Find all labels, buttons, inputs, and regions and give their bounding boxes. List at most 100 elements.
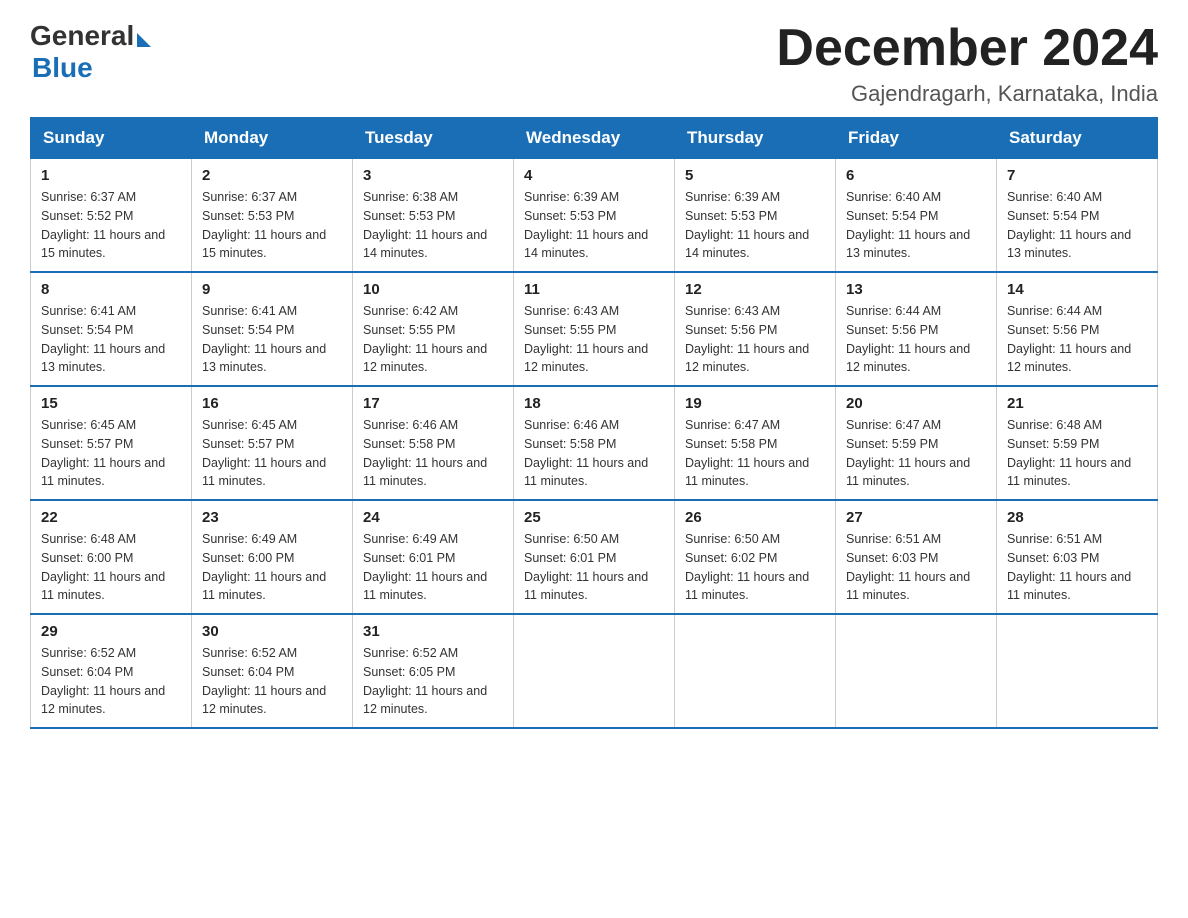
day-info: Sunrise: 6:48 AMSunset: 5:59 PMDaylight:… [1007,416,1147,491]
day-number: 16 [202,395,342,412]
calendar-day-cell: 11 Sunrise: 6:43 AMSunset: 5:55 PMDayligh… [514,272,675,386]
calendar-day-cell: 31 Sunrise: 6:52 AMSunset: 6:05 PMDayligh… [353,614,514,728]
day-info: Sunrise: 6:44 AMSunset: 5:56 PMDaylight:… [846,302,986,377]
day-info: Sunrise: 6:48 AMSunset: 6:00 PMDaylight:… [41,530,181,605]
day-number: 23 [202,509,342,526]
page-header: General Blue December 2024 Gajendragarh,… [30,20,1158,107]
column-header-tuesday: Tuesday [353,118,514,159]
calendar-day-cell: 24 Sunrise: 6:49 AMSunset: 6:01 PMDayligh… [353,500,514,614]
day-info: Sunrise: 6:37 AMSunset: 5:53 PMDaylight:… [202,188,342,263]
day-info: Sunrise: 6:46 AMSunset: 5:58 PMDaylight:… [363,416,503,491]
day-info: Sunrise: 6:52 AMSunset: 6:05 PMDaylight:… [363,644,503,719]
day-info: Sunrise: 6:43 AMSunset: 5:55 PMDaylight:… [524,302,664,377]
calendar-week-row: 15Sunrise: 6:45 AMSunset: 5:57 PMDayligh… [31,386,1158,500]
calendar-week-row: 8Sunrise: 6:41 AMSunset: 5:54 PMDaylight… [31,272,1158,386]
column-header-sunday: Sunday [31,118,192,159]
calendar-day-cell: 12 Sunrise: 6:43 AMSunset: 5:56 PMDayligh… [675,272,836,386]
column-header-monday: Monday [192,118,353,159]
calendar-day-cell: 30 Sunrise: 6:52 AMSunset: 6:04 PMDayligh… [192,614,353,728]
day-number: 25 [524,509,664,526]
calendar-day-cell: 20 Sunrise: 6:47 AMSunset: 5:59 PMDayligh… [836,386,997,500]
location-subtitle: Gajendragarh, Karnataka, India [776,81,1158,107]
calendar-week-row: 29 Sunrise: 6:52 AMSunset: 6:04 PMDayligh… [31,614,1158,728]
calendar-day-cell: 28 Sunrise: 6:51 AMSunset: 6:03 PMDayligh… [997,500,1158,614]
day-info: Sunrise: 6:49 AMSunset: 6:01 PMDaylight:… [363,530,503,605]
calendar-day-cell: 23 Sunrise: 6:49 AMSunset: 6:00 PMDayligh… [192,500,353,614]
day-number: 12 [685,281,825,298]
calendar-table: SundayMondayTuesdayWednesdayThursdayFrid… [30,117,1158,729]
logo: General Blue [30,20,151,84]
day-number: 7 [1007,167,1147,184]
column-header-wednesday: Wednesday [514,118,675,159]
calendar-day-cell: 29Sunrise: 6:52 AMSunset: 6:04 PMDayligh… [31,614,192,728]
day-info: Sunrise: 6:41 AMSunset: 5:54 PMDaylight:… [202,302,342,377]
calendar-day-cell: 8Sunrise: 6:41 AMSunset: 5:54 PMDaylight… [31,272,192,386]
calendar-day-cell: 14Sunrise: 6:44 AMSunset: 5:56 PMDayligh… [997,272,1158,386]
day-number: 26 [685,509,825,526]
calendar-day-cell: 1Sunrise: 6:37 AMSunset: 5:52 PMDaylight… [31,159,192,273]
calendar-day-cell: 17 Sunrise: 6:46 AMSunset: 5:58 PMDayligh… [353,386,514,500]
calendar-day-cell [836,614,997,728]
day-info: Sunrise: 6:43 AMSunset: 5:56 PMDaylight:… [685,302,825,377]
calendar-day-cell: 3 Sunrise: 6:38 AMSunset: 5:53 PMDaylight… [353,159,514,273]
day-number: 27 [846,509,986,526]
calendar-day-cell: 18Sunrise: 6:46 AMSunset: 5:58 PMDayligh… [514,386,675,500]
day-number: 24 [363,509,503,526]
calendar-day-cell: 6Sunrise: 6:40 AMSunset: 5:54 PMDaylight… [836,159,997,273]
calendar-day-cell: 10Sunrise: 6:42 AMSunset: 5:55 PMDayligh… [353,272,514,386]
logo-blue-text: Blue [32,52,93,84]
day-info: Sunrise: 6:38 AMSunset: 5:53 PMDaylight:… [363,188,503,263]
calendar-day-cell: 7 Sunrise: 6:40 AMSunset: 5:54 PMDaylight… [997,159,1158,273]
column-header-friday: Friday [836,118,997,159]
calendar-day-cell [675,614,836,728]
month-year-title: December 2024 [776,20,1158,77]
day-number: 20 [846,395,986,412]
calendar-day-cell: 26 Sunrise: 6:50 AMSunset: 6:02 PMDayligh… [675,500,836,614]
calendar-day-cell: 22 Sunrise: 6:48 AMSunset: 6:00 PMDayligh… [31,500,192,614]
day-info: Sunrise: 6:52 AMSunset: 6:04 PMDaylight:… [202,644,342,719]
calendar-day-cell: 9 Sunrise: 6:41 AMSunset: 5:54 PMDaylight… [192,272,353,386]
calendar-day-cell: 4Sunrise: 6:39 AMSunset: 5:53 PMDaylight… [514,159,675,273]
day-info: Sunrise: 6:40 AMSunset: 5:54 PMDaylight:… [1007,188,1147,263]
logo-arrow-icon [137,33,151,47]
day-number: 10 [363,281,503,298]
calendar-week-row: 22 Sunrise: 6:48 AMSunset: 6:00 PMDayligh… [31,500,1158,614]
day-number: 29 [41,623,181,640]
day-info: Sunrise: 6:51 AMSunset: 6:03 PMDaylight:… [1007,530,1147,605]
calendar-day-cell: 16 Sunrise: 6:45 AMSunset: 5:57 PMDayligh… [192,386,353,500]
day-number: 9 [202,281,342,298]
day-number: 17 [363,395,503,412]
column-header-saturday: Saturday [997,118,1158,159]
day-info: Sunrise: 6:39 AMSunset: 5:53 PMDaylight:… [685,188,825,263]
day-info: Sunrise: 6:50 AMSunset: 6:01 PMDaylight:… [524,530,664,605]
day-info: Sunrise: 6:40 AMSunset: 5:54 PMDaylight:… [846,188,986,263]
title-area: December 2024 Gajendragarh, Karnataka, I… [776,20,1158,107]
day-info: Sunrise: 6:39 AMSunset: 5:53 PMDaylight:… [524,188,664,263]
calendar-day-cell: 27 Sunrise: 6:51 AMSunset: 6:03 PMDayligh… [836,500,997,614]
day-number: 30 [202,623,342,640]
day-number: 22 [41,509,181,526]
calendar-day-cell [997,614,1158,728]
day-info: Sunrise: 6:41 AMSunset: 5:54 PMDaylight:… [41,302,181,377]
day-number: 19 [685,395,825,412]
calendar-day-cell: 2Sunrise: 6:37 AMSunset: 5:53 PMDaylight… [192,159,353,273]
day-number: 3 [363,167,503,184]
calendar-day-cell: 19Sunrise: 6:47 AMSunset: 5:58 PMDayligh… [675,386,836,500]
day-info: Sunrise: 6:45 AMSunset: 5:57 PMDaylight:… [202,416,342,491]
day-number: 11 [524,281,664,298]
calendar-header-row: SundayMondayTuesdayWednesdayThursdayFrid… [31,118,1158,159]
day-info: Sunrise: 6:49 AMSunset: 6:00 PMDaylight:… [202,530,342,605]
day-number: 31 [363,623,503,640]
calendar-day-cell: 25 Sunrise: 6:50 AMSunset: 6:01 PMDayligh… [514,500,675,614]
column-header-thursday: Thursday [675,118,836,159]
day-info: Sunrise: 6:51 AMSunset: 6:03 PMDaylight:… [846,530,986,605]
day-info: Sunrise: 6:50 AMSunset: 6:02 PMDaylight:… [685,530,825,605]
day-number: 5 [685,167,825,184]
day-info: Sunrise: 6:47 AMSunset: 5:59 PMDaylight:… [846,416,986,491]
day-number: 13 [846,281,986,298]
day-info: Sunrise: 6:46 AMSunset: 5:58 PMDaylight:… [524,416,664,491]
calendar-day-cell [514,614,675,728]
day-number: 28 [1007,509,1147,526]
calendar-day-cell: 21Sunrise: 6:48 AMSunset: 5:59 PMDayligh… [997,386,1158,500]
day-number: 1 [41,167,181,184]
